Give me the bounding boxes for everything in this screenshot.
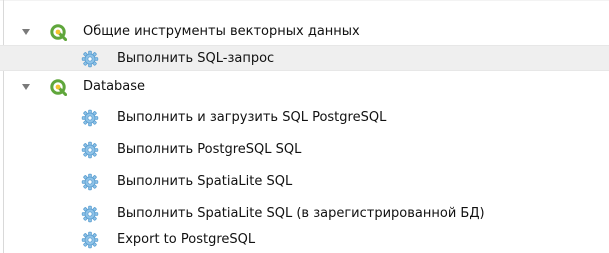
- tree-item-label: Выполнить и загрузить SQL PostgreSQL: [117, 110, 387, 125]
- processing-tree: Общие инструменты векторных данных Выпол…: [0, 0, 609, 253]
- tree-item-execute-load-postgresql[interactable]: Выполнить и загрузить SQL PostgreSQL: [0, 105, 609, 131]
- gear-icon: [81, 141, 99, 159]
- gear-icon: [81, 205, 99, 223]
- chevron-down-icon[interactable]: [21, 82, 31, 92]
- tree-item-label: Выполнить SpatiaLite SQL (в зарегистриро…: [117, 206, 485, 221]
- tree-group-label: Database: [83, 79, 146, 94]
- tree-item-label: Выполнить SQL-запрос: [117, 51, 275, 66]
- gear-icon: [81, 173, 99, 191]
- chevron-down-icon[interactable]: [21, 27, 31, 37]
- tree-item-label: Выполнить SpatiaLite SQL: [117, 174, 293, 189]
- tree-item-execute-postgresql-sql[interactable]: Выполнить PostgreSQL SQL: [0, 137, 609, 163]
- tree-item-execute-sql-query[interactable]: Выполнить SQL-запрос: [0, 45, 609, 71]
- tree-top-border: [0, 0, 609, 1]
- tree-item-export-to-postgresql[interactable]: Export to PostgreSQL: [0, 227, 609, 253]
- tree-item-label: Export to PostgreSQL: [117, 232, 256, 247]
- tree-group-database[interactable]: Database: [0, 74, 609, 100]
- gear-icon: [81, 109, 99, 127]
- qgis-logo-icon: [50, 79, 67, 96]
- tree-item-execute-spatialite-registered[interactable]: Выполнить SpatiaLite SQL (в зарегистриро…: [0, 201, 609, 227]
- tree-item-label: Выполнить PostgreSQL SQL: [117, 142, 302, 157]
- gear-icon: [81, 231, 99, 249]
- gear-icon: [81, 50, 99, 68]
- tree-group-vector-general[interactable]: Общие инструменты векторных данных: [0, 19, 609, 45]
- tree-group-label: Общие инструменты векторных данных: [83, 24, 360, 39]
- tree-item-execute-spatialite-sql[interactable]: Выполнить SpatiaLite SQL: [0, 169, 609, 195]
- qgis-logo-icon: [50, 24, 67, 41]
